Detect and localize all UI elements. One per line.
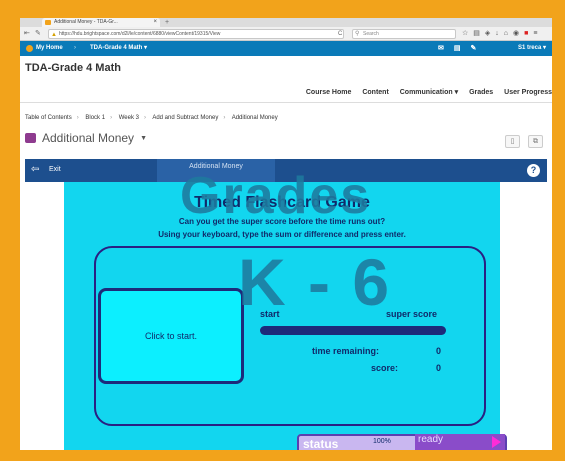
subscriptions-icon[interactable]: ✎ [471,45,487,52]
chevron-right-icon: › [110,115,113,121]
url-text: https://hdu.brightspace.com/d2l/le/conte… [59,31,221,37]
score-label: score: [371,363,399,373]
url-input[interactable]: ▲ https://hdu.brightspace.com/d2l/le/con… [48,29,344,39]
chevron-right-icon: › [143,115,146,121]
status-bar: status 100% ready [297,434,507,450]
toolbar-icons: ☆▤◈↓⌂◉■≡ [462,29,542,39]
super-score-label: super score [386,309,438,319]
watermark-line-2: K - 6 [238,245,392,319]
search-input[interactable]: ⚲ Search [352,29,456,39]
my-home-link[interactable]: My Home [36,41,63,56]
reading-list-icon[interactable]: ▤ [473,30,485,37]
star-icon[interactable]: ☆ [462,30,473,37]
breadcrumb: Table of Contents › Block 1 › Week 3 › Add … [25,115,278,121]
history-icon[interactable]: ⇤ [24,29,30,39]
bookmark-button[interactable]: ▯ [505,135,520,148]
close-icon[interactable]: × [153,18,157,27]
address-toolbar: ⇤ ✎ ▲ https://hdu.brightspace.com/d2l/le… [20,27,552,41]
game-instruction-2: Using your keyboard, type the sum or dif… [158,230,406,239]
search-icon: ⚲ [355,31,360,37]
score-value: 0 [436,363,442,373]
chevron-right-icon: › [76,115,79,121]
breadcrumb-item[interactable]: Block 1 [85,115,105,121]
new-tab-icon[interactable]: + [165,19,169,27]
menu-icon[interactable]: ≡ [533,30,542,37]
menu-course-home[interactable]: Course Home [306,89,352,96]
watermark-line-1: Grades [180,167,372,225]
menu-communication[interactable]: Communication ▾ [400,89,458,96]
help-button[interactable]: ? [527,164,540,177]
home-icon[interactable]: ⌂ [504,30,513,37]
course-title: TDA-Grade 4 Math [25,62,121,74]
separator-icon: › [74,45,76,51]
status-percent: 100% [373,438,391,445]
page-title[interactable]: Additional Money ▼ [25,131,147,145]
brightspace-navbar: My Home › TDA-Grade 4 Math ▾ ✉▤✎ S1 trec… [20,41,552,56]
course-selector[interactable]: TDA-Grade 4 Math ▾ [90,41,147,56]
breadcrumb-item[interactable]: Week 3 [119,115,139,121]
updates-icon[interactable]: ▤ [454,45,471,52]
ready-label: ready [418,434,444,445]
breadcrumb-current: Additional Money [231,115,278,121]
favicon-icon [45,20,51,25]
status-label: status [303,437,339,450]
browser-tab[interactable]: Additional Money - TDA-Gr... × [42,18,160,27]
content-item-icon [25,133,36,143]
pocket-icon[interactable]: ◈ [485,30,495,37]
browser-window: Additional Money - TDA-Gr... × + ⇤ ✎ ▲ h… [20,18,552,450]
ready-indicator: ready [415,434,505,450]
menu-grades[interactable]: Grades [469,89,493,96]
menu-user-progress[interactable]: User Progress [504,89,552,96]
tab-title: Additional Money - TDA-Gr... [54,19,118,25]
chevron-right-icon: › [223,115,226,121]
red-extension-icon[interactable]: ■ [524,30,533,37]
tab-strip: Additional Money - TDA-Gr... × + [20,18,552,27]
course-menu: Course Home Content Communication ▾ Grad… [306,88,552,96]
search-placeholder: Search [363,31,379,37]
download-icon[interactable]: ↓ [495,30,504,37]
divider [20,102,552,103]
play-arrow-icon[interactable] [492,436,501,448]
warning-lock-icon: ▲ [51,32,57,38]
start-button[interactable]: Click to start. [98,288,244,384]
message-icon[interactable]: ✉ [438,45,454,52]
time-remaining-label: time remaining: [312,346,380,356]
bookmark-icon[interactable]: ✎ [35,29,41,39]
chevron-down-icon[interactable]: ▼ [140,135,147,142]
user-menu[interactable]: S1 treca ▾ [518,41,546,56]
reload-icon[interactable]: C [338,29,342,39]
breadcrumb-item[interactable]: Table of Contents [25,115,72,121]
exit-button[interactable]: Exit [49,166,61,173]
nav-icons: ✉▤✎ [438,41,486,56]
open-new-window-button[interactable]: ⧉ [528,135,543,148]
progress-bar [260,326,446,335]
exit-icon[interactable]: ⇦ [31,164,39,175]
org-logo-icon [26,45,33,52]
page-title-text: Additional Money [42,131,135,145]
breadcrumb-item[interactable]: Add and Subtract Money [152,115,218,121]
time-remaining-value: 0 [436,346,442,356]
extension-icon[interactable]: ◉ [513,30,524,37]
menu-content[interactable]: Content [362,89,388,96]
